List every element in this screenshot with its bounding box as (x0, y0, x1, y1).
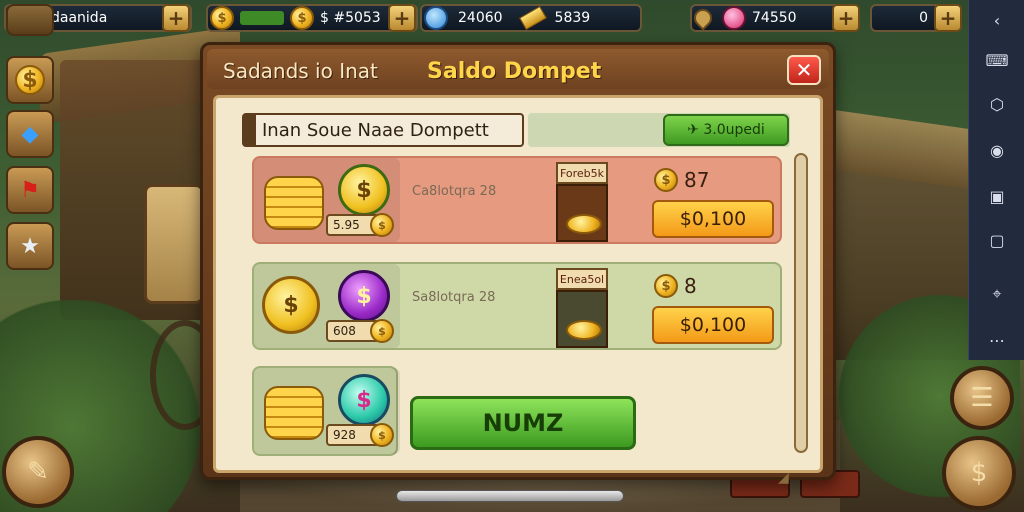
buy-button[interactable]: $0,100 (652, 200, 774, 238)
price-tag: 5.95 $ (326, 213, 394, 237)
gem-counter: 24060 5839 (420, 4, 642, 32)
gift-label: Enea5ol (556, 268, 608, 290)
buy-button[interactable]: $0,100 (652, 306, 774, 344)
gold-coin-icon (566, 320, 602, 340)
gift-box-icon (556, 184, 608, 242)
background-signboard (144, 184, 204, 304)
bottom-left-round-button[interactable]: ✎ (2, 436, 74, 508)
gear-coin-icon: $ (262, 276, 320, 334)
sidebar-button-crystal[interactable]: ◆ (6, 110, 54, 158)
add-ruby-button[interactable]: + (832, 4, 860, 32)
coin-bag-icon: $ (970, 458, 988, 488)
pin-icon (690, 5, 716, 31)
blue-crystal-icon: ◆ (21, 121, 39, 147)
price-tag: 608 $ (326, 319, 394, 343)
purple-coin-icon: $ (338, 270, 390, 322)
dialog-header: Sadands io Inat Saldo Dompet ✕ (207, 49, 829, 89)
bars-amount: 5839 (554, 10, 591, 26)
gold-coin-icon (566, 214, 602, 234)
gold-counter: $ $ $ #5053 (206, 4, 418, 32)
sidebar-button-coin[interactable]: $ (6, 56, 54, 104)
coin-stack-icon (264, 386, 324, 440)
more-icon[interactable]: ⋯ (985, 328, 1009, 352)
coin-icon: $ (210, 6, 234, 30)
sidebar-top-tab[interactable] (6, 4, 54, 36)
counter-value: 0 (919, 10, 928, 26)
settings-icon[interactable]: ◉ (985, 138, 1009, 162)
right-round-button-top[interactable]: ☰ (950, 366, 1014, 430)
coin-stack-icon (264, 176, 324, 230)
keyboard-icon[interactable]: ⌨ (985, 48, 1009, 72)
primary-action-button[interactable]: NUMZ (410, 396, 636, 450)
coin-icon: $ (654, 274, 678, 298)
dollar-coin-icon: $ (338, 164, 390, 216)
close-button[interactable]: ✕ (787, 55, 821, 85)
gold-coin-icon: $ (290, 6, 314, 30)
price-tag: 928 $ (326, 423, 394, 447)
window-icon[interactable]: ▣ (985, 184, 1009, 208)
gold-bar-icon (518, 5, 547, 31)
sidebar-button-banner[interactable]: ⚑ (6, 166, 54, 214)
screenshot-icon[interactable]: ⬡ (985, 92, 1009, 116)
dialog-body: Inan Soue Naae Dompett ✈ 3.0upedi $ 5.95… (213, 95, 823, 486)
gallery-icon[interactable]: ▢ (985, 228, 1009, 252)
right-round-button-bottom[interactable]: $ (942, 436, 1016, 510)
resize-grip-icon: ◢ (778, 470, 789, 486)
offer-row: $ 5.95 $ Ca8lotqra 28 Foreb5k $ 87 $0,10… (252, 156, 782, 244)
price-value: 608 (333, 324, 356, 338)
coin-icon: $ (654, 168, 678, 192)
red-banner-icon: ⚑ (20, 177, 40, 203)
wallet-subheader: Inan Soue Naae Dompett (242, 113, 524, 147)
offer-description: Sa8lotqra 28 (412, 290, 496, 305)
wallet-dialog: Sadands io Inat Saldo Dompet ✕ Inan Soue… (200, 42, 836, 486)
coin-icon: $ (370, 423, 394, 447)
offer-amount: $ 87 (654, 168, 709, 192)
gold-progress-bar (240, 11, 284, 25)
add-counter-button[interactable]: + (934, 4, 962, 32)
gift-box-icon (556, 290, 608, 348)
gold-amount: $ #5053 (320, 10, 381, 26)
amount-value: 8 (684, 274, 697, 298)
offer-row: $ $ 608 $ Sa8lotqra 28 Enea5ol $ 8 $0,10… (252, 262, 782, 350)
amount-value: 87 (684, 168, 710, 192)
offer-row: $ 928 $ (252, 366, 400, 456)
price-value: 5.95 (333, 218, 360, 232)
teal-coin-icon: $ (338, 374, 390, 426)
offer-icon-panel: $ 5.95 $ (254, 158, 400, 242)
back-arrow-icon[interactable]: ‹ (985, 8, 1009, 32)
ruby-icon (722, 6, 746, 30)
gem-icon (424, 6, 448, 30)
emulator-toolbar: ‹ ⌨ ⬡ ◉ ▣ ▢ ⌖ ⋯ (968, 0, 1024, 360)
gem-amount: 24060 (458, 10, 503, 26)
coin-icon: $ (370, 319, 394, 343)
deposit-button[interactable]: ✈ 3.0upedi (663, 114, 789, 146)
dialog-header-left: Sadands io Inat (223, 59, 378, 83)
bottom-slider[interactable] (396, 490, 624, 502)
pencil-icon: ✎ (27, 457, 49, 487)
shop-amount: 74550 (752, 10, 797, 26)
offer-icon-panel: $ 928 $ (254, 368, 400, 454)
add-button[interactable]: + (162, 4, 190, 32)
offer-amount: $ 8 (654, 274, 697, 298)
offer-description: Ca8lotqra 28 (412, 184, 497, 199)
coin-icon: $ (370, 213, 394, 237)
star-icon: ★ (20, 233, 40, 259)
gift-label: Foreb5k (556, 162, 608, 184)
dialog-title: Saldo Dompet (427, 59, 602, 84)
coin-medal-icon: $ (15, 65, 45, 95)
price-value: 928 (333, 428, 356, 442)
location-icon[interactable]: ⌖ (985, 282, 1009, 306)
offer-icon-panel: $ $ 608 $ (254, 264, 400, 348)
add-gold-button[interactable]: + (388, 4, 416, 32)
sidebar-button-star[interactable]: ★ (6, 222, 54, 270)
dialog-scrollbar[interactable] (794, 153, 808, 453)
scroll-icon: ☰ (970, 383, 994, 413)
